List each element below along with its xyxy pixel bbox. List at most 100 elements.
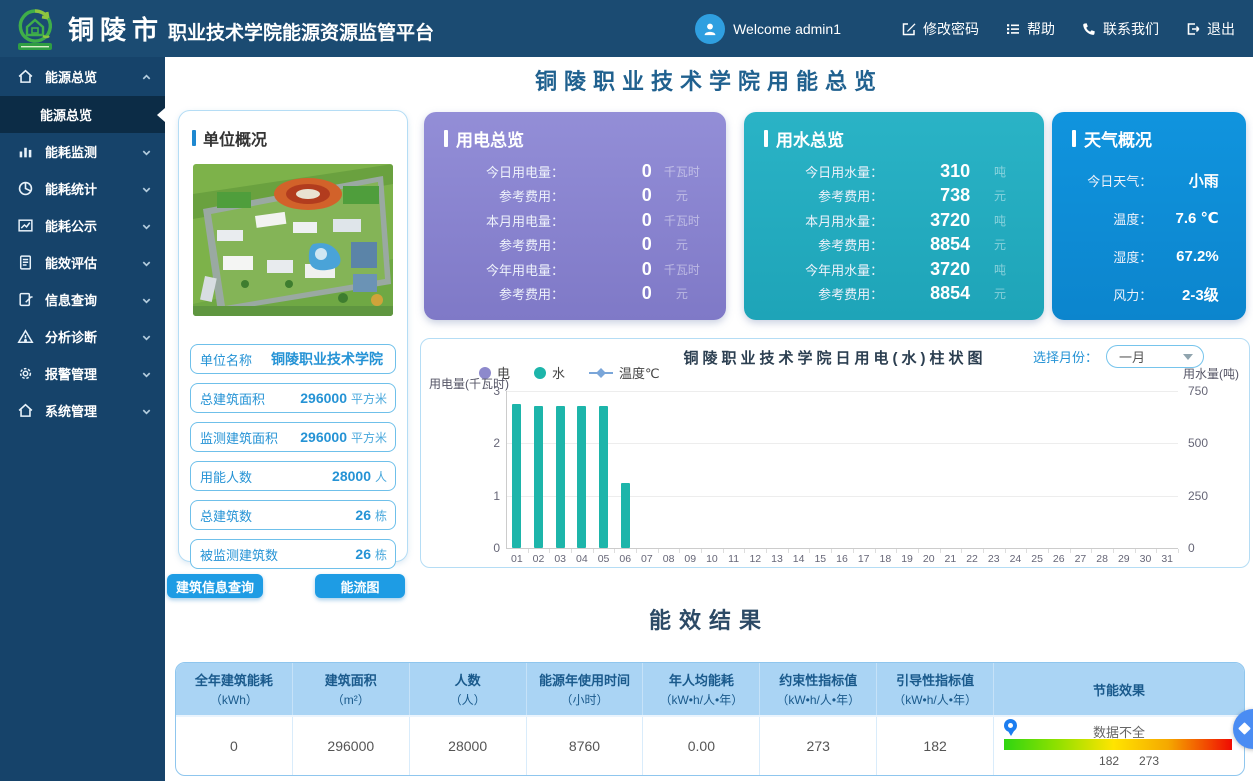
logout-button[interactable]: 退出 xyxy=(1185,19,1235,39)
user-avatar[interactable] xyxy=(695,14,725,44)
title-bar-accent xyxy=(1072,130,1076,147)
stat-row-label: 风力： xyxy=(1066,285,1152,304)
x-axis-label-23: 23 xyxy=(984,553,1004,565)
sidebar-item-energy-monitor[interactable]: 能耗监测 xyxy=(0,133,165,170)
change-password-button[interactable]: 修改密码 xyxy=(901,19,979,39)
sidebar-item-efficiency-evaluation[interactable]: 能效评估 xyxy=(0,244,165,281)
diamond-icon xyxy=(1238,722,1251,735)
x-axis-label-01: 01 xyxy=(507,553,527,565)
column-header-6: 引导性指标值（kW•h/人•年） xyxy=(877,663,994,715)
contact-us-button[interactable]: 联系我们 xyxy=(1081,19,1159,39)
stat-row-value: 310 xyxy=(883,161,970,182)
chevron-down-icon xyxy=(141,405,153,417)
water-bar-day-05 xyxy=(599,406,608,548)
column-header-2: 人数（人） xyxy=(410,663,527,715)
month-select-value: 一月 xyxy=(1119,347,1145,366)
x-axis-label-20: 20 xyxy=(919,553,939,565)
logout-label: 退出 xyxy=(1207,19,1235,39)
stat-row-label: 今年用水量： xyxy=(758,260,883,279)
sidebar-item-alarm-management[interactable]: 报警管理 xyxy=(0,355,165,392)
column-header-line1: 引导性指标值 xyxy=(896,670,974,689)
chevron-down-icon xyxy=(141,183,153,195)
sidebar-item-energy-publicity[interactable]: 能耗公示 xyxy=(0,207,165,244)
unit-field-4: 总建筑数26栋 xyxy=(190,500,396,530)
stat-row: 参考费用：8854元 xyxy=(758,233,1030,258)
column-header-line1: 年人均能耗 xyxy=(669,670,734,689)
table-header-row: 全年建筑能耗（kWh）建筑面积（m²）人数（人）能源年使用时间（小时）年人均能耗… xyxy=(176,663,1244,715)
stat-row-label: 参考费用： xyxy=(438,284,564,303)
field-value: 26 xyxy=(355,507,371,523)
month-select: 选择月份： 一月 xyxy=(1033,345,1204,368)
location-pin-icon xyxy=(1004,719,1017,737)
column-header-line2: （m²） xyxy=(332,691,370,708)
edit-icon xyxy=(901,21,917,37)
effect-gradient-bar xyxy=(1004,739,1232,750)
stat-row-value: 7.6 ℃ xyxy=(1152,209,1218,227)
help-button[interactable]: 帮助 xyxy=(1005,19,1055,39)
x-axis-label-19: 19 xyxy=(897,553,917,565)
logout-icon xyxy=(1185,21,1201,37)
legend-dot-marker xyxy=(534,367,546,379)
stat-row-value: 0 xyxy=(564,283,652,304)
sidebar-item-analysis-diagnosis[interactable]: 分析诊断 xyxy=(0,318,165,355)
legend-item-1: 水 xyxy=(534,363,565,382)
x-axis-label-10: 10 xyxy=(702,553,722,565)
table-row: 02960002800087600.00273182数据不全182273 xyxy=(176,715,1244,775)
doc-icon xyxy=(17,254,35,272)
electricity-overview-title: 用电总览 xyxy=(424,112,726,151)
stat-row-unit: 吨 xyxy=(970,212,1030,229)
x-axis-label-02: 02 xyxy=(529,553,549,565)
chevron-down-icon xyxy=(141,257,153,269)
left-axis-tick: 0 xyxy=(478,541,500,555)
page-title: 铜陵职业技术学院用能总览 xyxy=(165,64,1253,96)
header: 铜陵市 职业技术学院能源资源监管平台 Welcome admin1 修改密码帮助… xyxy=(0,0,1253,57)
daily-usage-chart-card: 铜陵职业技术学院日用电(水)柱状图 电水温度℃ 选择月份： 一月 用电量(千瓦时… xyxy=(420,338,1250,568)
field-unit: 平方米 xyxy=(351,429,387,446)
energy-flow-diagram-button[interactable]: 能流图 xyxy=(315,574,405,598)
bars-icon xyxy=(17,143,35,161)
x-axis-label-05: 05 xyxy=(594,553,614,565)
column-header-3: 能源年使用时间（小时） xyxy=(527,663,644,715)
right-axis-tick: 0 xyxy=(1188,541,1195,555)
sidebar-item-system-management[interactable]: 系统管理 xyxy=(0,392,165,429)
app-title-city: 铜陵市 xyxy=(68,10,164,47)
chevron-down-icon xyxy=(141,294,153,306)
stat-row-value: 3720 xyxy=(883,259,970,280)
stat-row-value: 67.2% xyxy=(1152,248,1218,265)
column-header-line1: 节能效果 xyxy=(1093,680,1145,699)
pin-tip xyxy=(1008,731,1014,736)
stat-row-label: 参考费用： xyxy=(438,186,564,205)
x-axis-label-09: 09 xyxy=(680,553,700,565)
stat-row-label: 今日用电量： xyxy=(438,162,564,181)
column-header-line2: （kW•h/人•年） xyxy=(776,691,860,708)
x-axis-label-27: 27 xyxy=(1070,553,1090,565)
x-axis-label-25: 25 xyxy=(1027,553,1047,565)
stat-row-unit: 元 xyxy=(970,187,1030,204)
weather-overview-title: 天气概况 xyxy=(1052,112,1246,151)
chart-icon xyxy=(17,217,35,235)
app-title-rest: 职业技术学院能源资源监管平台 xyxy=(168,18,434,45)
stat-row-label: 参考费用： xyxy=(438,235,564,254)
electricity-overview-card: 用电总览 今日用电量：0千瓦时参考费用：0元本月用电量：0千瓦时参考费用：0元今… xyxy=(424,112,726,320)
right-axis-tick: 500 xyxy=(1188,436,1208,450)
home-icon xyxy=(17,68,35,86)
sidebar-item-energy-overview[interactable]: 能源总览 xyxy=(0,57,165,96)
sidebar-item-energy-stats[interactable]: 能耗统计 xyxy=(0,170,165,207)
sidebar-subitem-energy-overview-sub[interactable]: 能源总览 xyxy=(0,96,165,133)
stat-row: 风力：2-3级 xyxy=(1066,275,1232,313)
right-axis-tick: 750 xyxy=(1188,384,1208,398)
building-info-query-button[interactable]: 建筑信息查询 xyxy=(167,574,263,598)
x-axis-label-12: 12 xyxy=(745,553,765,565)
x-axis-label-24: 24 xyxy=(1005,553,1025,565)
sidebar-item-info-query[interactable]: 信息查询 xyxy=(0,281,165,318)
efficiency-results-table: 全年建筑能耗（kWh）建筑面积（m²）人数（人）能源年使用时间（小时）年人均能耗… xyxy=(175,662,1245,776)
stat-row: 今日用水量：310吨 xyxy=(758,159,1030,184)
field-label: 监测建筑面积 xyxy=(200,428,278,447)
stat-row-label: 参考费用： xyxy=(758,235,883,254)
chevron-up-icon xyxy=(141,71,153,83)
x-axis-label-07: 07 xyxy=(637,553,657,565)
sidebar-item-label: 能耗监测 xyxy=(45,142,141,161)
x-axis-label-14: 14 xyxy=(789,553,809,565)
water-bar-day-02 xyxy=(534,406,543,548)
column-header-1: 建筑面积（m²） xyxy=(293,663,410,715)
